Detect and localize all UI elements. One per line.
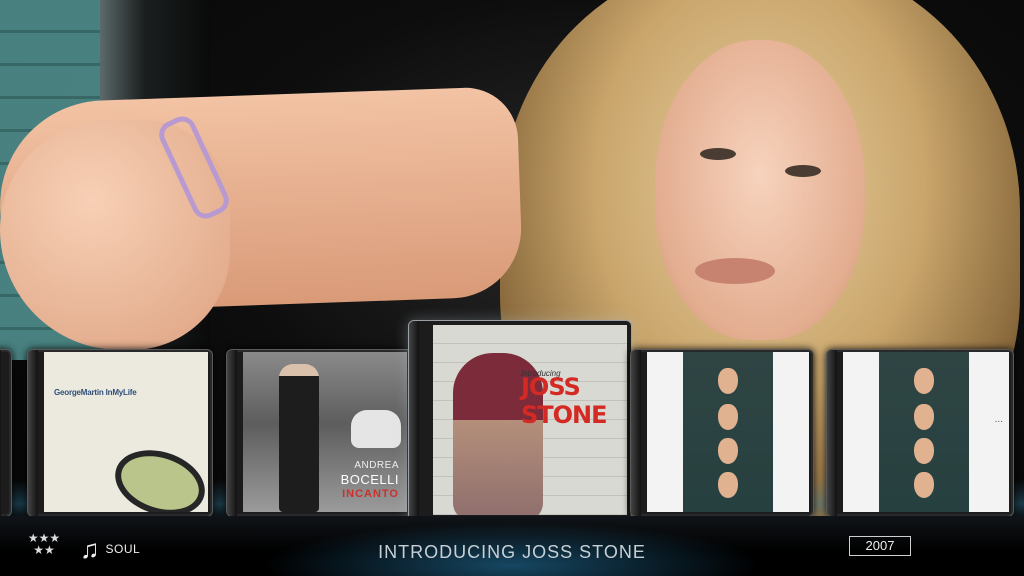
mask-image xyxy=(914,438,934,464)
album-case-left-edge[interactable] xyxy=(0,349,12,517)
album-art-text-line3: INCANTO xyxy=(342,488,399,500)
mask-image xyxy=(718,438,738,464)
case-spine xyxy=(827,350,837,516)
album-art-text-line1: ANDREA xyxy=(354,460,399,471)
case-spine xyxy=(28,350,38,516)
album-art-masks-2: ... xyxy=(843,352,1009,512)
mask-image xyxy=(718,404,738,430)
man-figure xyxy=(279,364,319,512)
case-spine xyxy=(0,350,1,516)
album-case-joss-stone-selected[interactable]: Introducing JOSS STONE xyxy=(408,320,632,520)
genre-label: SOUL xyxy=(105,542,141,556)
album-case-masks-1[interactable] xyxy=(630,349,814,517)
album-art-text-line2: BOCELLI xyxy=(340,472,399,487)
album-case-masks-2[interactable]: ... xyxy=(826,349,1014,517)
scooter-image xyxy=(351,410,401,448)
album-case-george-martin[interactable]: GeorgeMartin InMyLife xyxy=(27,349,213,517)
artist-face xyxy=(655,40,865,340)
album-art-dots: ... xyxy=(994,414,1003,425)
artist-eye-left xyxy=(700,148,736,160)
headphones-image xyxy=(106,439,208,512)
genre-indicator: ♫ SOUL xyxy=(80,536,140,562)
mask-image xyxy=(718,368,738,394)
album-art-masks-1 xyxy=(647,352,809,512)
album-year-badge: 2007 xyxy=(849,536,911,556)
album-art-text: GeorgeMartin InMyLife xyxy=(54,388,137,397)
album-art-andrea-bocelli: ANDREA BOCELLI INCANTO xyxy=(243,352,407,512)
artist-eye-right xyxy=(785,165,821,177)
mask-image xyxy=(718,472,738,498)
case-spine xyxy=(227,350,237,516)
rating-stars-icon: ★★★ ★★ xyxy=(27,531,61,557)
mask-image xyxy=(914,404,934,430)
case-spine xyxy=(409,321,419,519)
album-art-name: JOSS STONE xyxy=(521,373,608,429)
album-art-george-martin: GeorgeMartin InMyLife xyxy=(44,352,208,512)
artist-lips xyxy=(695,258,775,284)
music-note-icon: ♫ xyxy=(80,534,100,564)
album-title: INTRODUCING JOSS STONE xyxy=(378,542,646,562)
mask-image xyxy=(914,368,934,394)
album-art-joss-stone: Introducing JOSS STONE xyxy=(433,325,627,515)
album-case-andrea-bocelli[interactable]: ANDREA BOCELLI INCANTO xyxy=(226,349,412,517)
mask-image xyxy=(914,472,934,498)
case-spine xyxy=(631,350,641,516)
